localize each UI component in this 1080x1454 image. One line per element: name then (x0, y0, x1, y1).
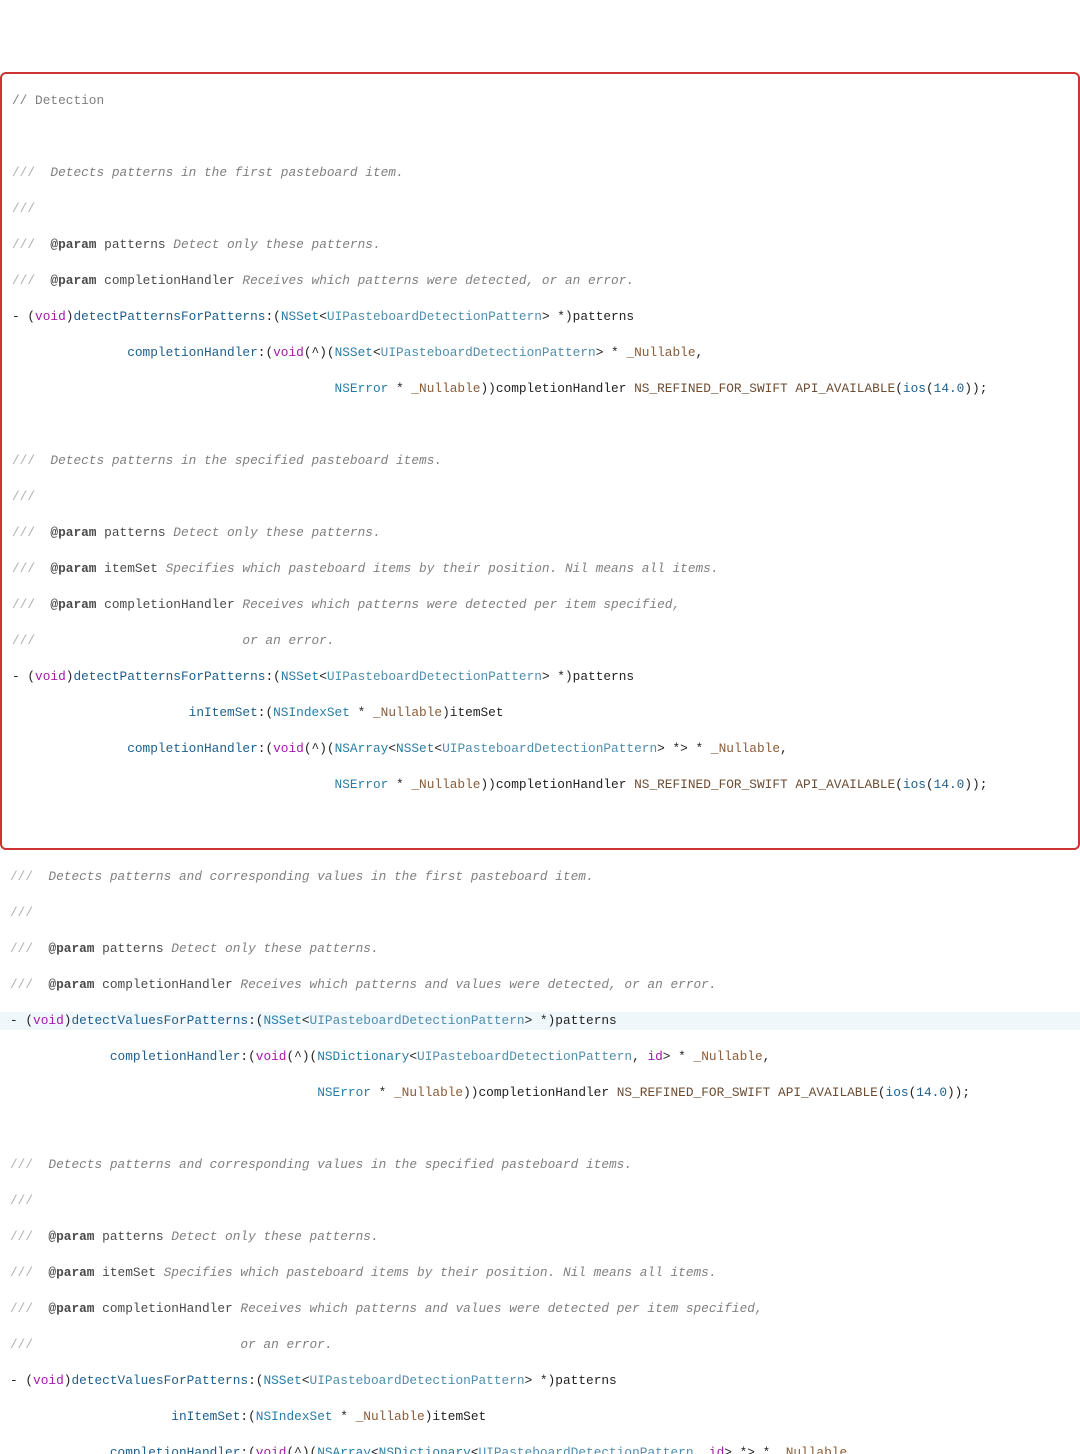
code-line[interactable]: inItemSet:(NSIndexSet * _Nullable)itemSe… (2, 704, 1078, 722)
code-line[interactable]: /// (0, 1192, 1080, 1210)
code-line[interactable]: - (void)detectValuesForPatterns:(NSSet<U… (0, 1372, 1080, 1390)
code-line[interactable]: /// @param completionHandler Receives wh… (0, 976, 1080, 994)
doc-brief: Detects patterns in the first pasteboard… (50, 165, 403, 180)
code-line[interactable]: NSError * _Nullable))completionHandler N… (2, 380, 1078, 398)
code-line[interactable]: /// (2, 200, 1078, 218)
code-line[interactable]: inItemSet:(NSIndexSet * _Nullable)itemSe… (0, 1408, 1080, 1426)
code-line[interactable] (0, 1120, 1080, 1138)
code-line[interactable] (2, 128, 1078, 146)
code-line[interactable]: /// @param patterns Detect only these pa… (0, 940, 1080, 958)
code-line[interactable]: /// @param itemSet Specifies which paste… (2, 560, 1078, 578)
code-line[interactable]: /// (0, 904, 1080, 922)
code-line[interactable]: /// (2, 488, 1078, 506)
code-line[interactable]: /// or an error. (2, 632, 1078, 650)
code-line[interactable]: /// Detects patterns in the specified pa… (2, 452, 1078, 470)
code-line[interactable]: NSError * _Nullable))completionHandler N… (2, 776, 1078, 794)
code-line[interactable] (2, 416, 1078, 434)
code-line[interactable] (2, 812, 1078, 830)
code-line[interactable]: /// Detects patterns and corresponding v… (0, 868, 1080, 886)
code-line[interactable]: /// Detects patterns and corresponding v… (0, 1156, 1080, 1174)
code-line[interactable]: - (void)detectPatternsForPatterns:(NSSet… (2, 668, 1078, 686)
code-line[interactable]: /// @param patterns Detect only these pa… (2, 524, 1078, 542)
code-line[interactable]: /// @param patterns Detect only these pa… (0, 1228, 1080, 1246)
section-header-comment: Detection (35, 93, 104, 108)
code-line[interactable]: completionHandler:(void(^)(NSArray<NSSet… (2, 740, 1078, 758)
doc-brief: Detects patterns in the specified pasteb… (50, 453, 442, 468)
code-line[interactable]: completionHandler:(void(^)(NSDictionary<… (0, 1048, 1080, 1066)
code-line[interactable]: /// @param itemSet Specifies which paste… (0, 1264, 1080, 1282)
code-line[interactable]: /// Detects patterns in the first pasteb… (2, 164, 1078, 182)
code-line[interactable]: completionHandler:(void(^)(NSArray<NSDic… (0, 1444, 1080, 1454)
code-line[interactable]: /// @param completionHandler Receives wh… (2, 596, 1078, 614)
doc-brief: Detects patterns and corresponding value… (48, 1157, 632, 1172)
code-line[interactable]: completionHandler:(void(^)(NSSet<UIPaste… (2, 344, 1078, 362)
code-line[interactable]: /// @param completionHandler Receives wh… (0, 1300, 1080, 1318)
code-line[interactable]: /// @param completionHandler Receives wh… (2, 272, 1078, 290)
highlighted-code-region: // Detection /// Detects patterns in the… (0, 72, 1080, 850)
code-line[interactable]: // Detection (2, 92, 1078, 110)
code-line[interactable]: - (void)detectPatternsForPatterns:(NSSet… (2, 308, 1078, 326)
code-line[interactable]: NSError * _Nullable))completionHandler N… (0, 1084, 1080, 1102)
code-line-highlighted[interactable]: - (void)detectValuesForPatterns:(NSSet<U… (0, 1012, 1080, 1030)
doc-brief: Detects patterns and corresponding value… (48, 869, 593, 884)
code-line[interactable]: /// @param patterns Detect only these pa… (2, 236, 1078, 254)
code-line[interactable]: /// or an error. (0, 1336, 1080, 1354)
